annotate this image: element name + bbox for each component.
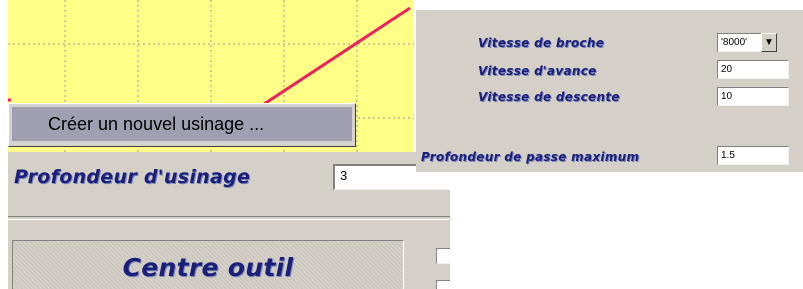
checkbox[interactable]	[436, 280, 450, 289]
feed-speed-input[interactable]: 20	[717, 60, 789, 79]
descent-speed-input[interactable]: 10	[717, 87, 789, 106]
feed-speed-label: Vitesse d'avance	[478, 64, 597, 78]
chevron-down-icon[interactable]: ▼	[761, 33, 777, 52]
machining-panel: Profondeur d'usinage 3 Centre outil	[8, 152, 450, 289]
checkbox[interactable]	[436, 248, 450, 264]
toolpath-line	[251, 6, 411, 114]
machining-depth-label: Profondeur d'usinage	[14, 166, 251, 188]
tool-center-group: Centre outil	[12, 240, 404, 289]
spindle-speed-select[interactable]: '8000' ▼	[717, 33, 777, 52]
max-pass-depth-input[interactable]: 1.5	[717, 146, 789, 165]
spindle-speed-label: Vitesse de broche	[478, 36, 605, 50]
descent-speed-label: Vitesse de descente	[478, 90, 620, 104]
menu-item-new-machining[interactable]: Créer un nouvel usinage ...	[12, 107, 352, 141]
divider	[8, 216, 450, 220]
speed-settings-panel: Vitesse de broche '8000' ▼ Vitesse d'ava…	[416, 10, 803, 172]
context-menu: Créer un nouvel usinage ...	[8, 103, 356, 147]
spindle-speed-value[interactable]: '8000'	[717, 33, 761, 52]
max-pass-depth-label: Profondeur de passe maximum	[421, 150, 640, 164]
tool-center-title: Centre outil	[122, 253, 294, 282]
